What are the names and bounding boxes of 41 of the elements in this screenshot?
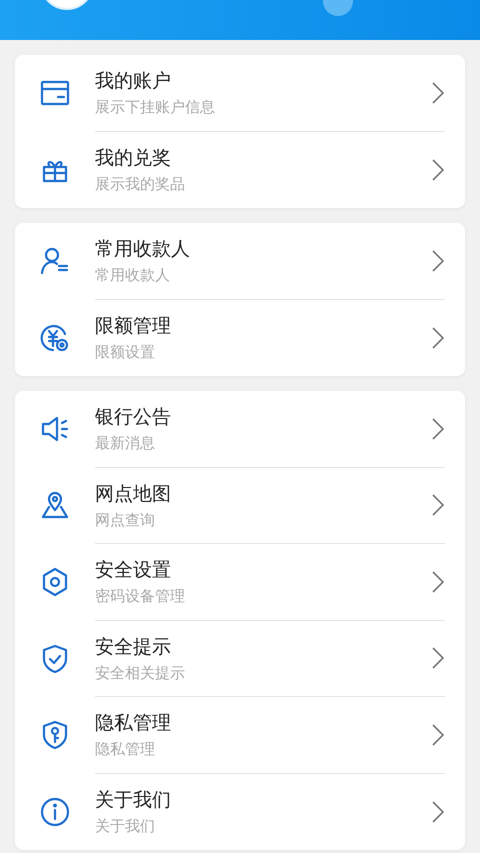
chevron-right-icon [432,494,444,516]
menu-item[interactable]: 我的账户 展示下挂账户信息 [15,55,465,132]
menu-item[interactable]: 安全设置 密码设备管理 [15,544,465,620]
item-title: 我的兑奖 [95,146,172,172]
item-title: 关于我们 [95,788,171,814]
item-title: 隐私管理 [95,711,171,736]
chevron-right-icon [432,326,444,349]
chevron-right-icon [432,158,444,181]
item-subtitle: 限额设置 [95,343,156,362]
chevron-right-icon [432,800,444,823]
item-subtitle: 展示下挂账户信息 [95,98,215,118]
menu-item[interactable]: 常用收款人 常用收款人 [15,223,465,300]
menu-item[interactable]: 网点地图 网点查询 [15,468,465,544]
menu-item[interactable]: 银行公告 最新消息 [15,391,465,468]
item-subtitle: 网点查询 [95,510,156,530]
item-title: 常用收款人 [95,237,190,262]
chevron-right-icon [432,724,444,746]
chevron-right-icon [432,82,444,104]
item-title: 安全设置 [95,558,172,584]
chevron-right-icon [432,418,444,440]
menu-item[interactable]: 限额管理 限额设置 [15,300,465,376]
item-subtitle: 关于我们 [95,817,156,836]
item-subtitle: 隐私管理 [95,740,156,760]
info-icon [39,796,71,828]
item-title: 限额管理 [95,314,171,340]
menu-item[interactable]: 我的兑奖 展示我的奖品 [15,132,465,208]
item-subtitle: 安全相关提示 [95,664,185,683]
item-title: 安全提示 [95,634,172,660]
item-subtitle: 常用收款人 [95,266,171,286]
item-title: 网点地图 [95,482,171,507]
menu-item[interactable]: 关于我们 关于我们 [15,774,465,850]
chevron-right-icon [432,647,444,670]
item-subtitle: 最新消息 [95,434,156,454]
item-subtitle: 展示我的奖品 [95,175,185,194]
menu-item[interactable]: 隐私管理 隐私管理 [15,697,465,774]
item-title: 银行公告 [95,405,171,430]
chevron-right-icon [432,570,444,593]
menu-item[interactable]: 安全提示 安全相关提示 [15,620,465,697]
chevron-right-icon [432,250,444,272]
item-subtitle: 密码设备管理 [95,587,185,606]
item-title: 我的账户 [95,69,172,94]
